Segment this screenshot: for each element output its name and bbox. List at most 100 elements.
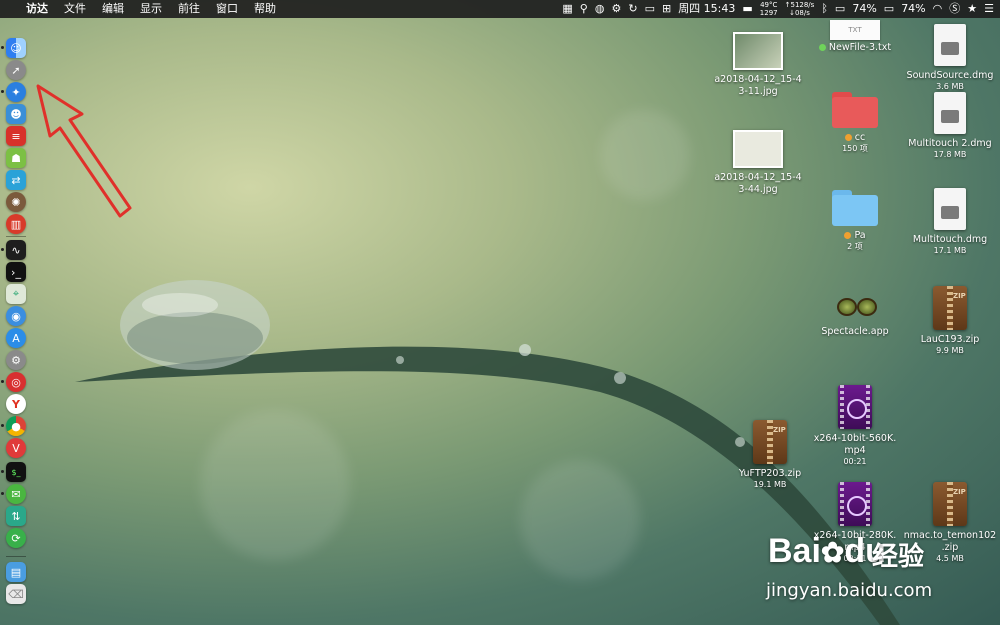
txt-badge: TXT <box>848 26 862 34</box>
file-name: NewFile-3.txt <box>805 42 905 54</box>
transfer-app-icon[interactable]: ⇄ <box>6 170 26 190</box>
trash-icon[interactable]: ⌫ <box>6 584 26 604</box>
fan-rpm: 1297 <box>759 9 778 17</box>
sync-icon[interactable]: ↻ <box>628 0 637 18</box>
clock-text[interactable]: 周四 15:43 <box>678 0 735 18</box>
iterm-icon[interactable]: $_ <box>6 462 26 482</box>
running-indicator <box>1 492 4 495</box>
battery-icon-1[interactable]: ▭ <box>835 0 845 18</box>
maps-icon[interactable]: ⌖ <box>6 284 26 304</box>
gear-app-icon[interactable]: ✺ <box>6 192 26 212</box>
file-size: 19.1 MB <box>753 480 787 489</box>
watermark-brand: Bai✿du <box>768 532 886 571</box>
app-store-icon[interactable]: A <box>6 328 26 348</box>
window-manager-icon[interactable]: ⊞ <box>662 0 671 18</box>
menu-help[interactable]: 帮助 <box>246 0 284 18</box>
desktop-file-multitouch2[interactable]: Multitouch 2.dmg 17.8 MB <box>900 92 1000 160</box>
dock-toggle-icon[interactable]: ▬ <box>742 0 752 18</box>
battery-percent-1: 74% <box>852 2 877 15</box>
menu-bar: 访达 文件 编辑 显示 前往 窗口 帮助 ▦ ⚲ ◍ ⚙ ↻ ▭ ⊞ 周四 15… <box>0 0 1000 18</box>
chrome-icon[interactable]: ● <box>6 416 26 436</box>
desktop[interactable]: 访达 文件 编辑 显示 前往 窗口 帮助 ▦ ⚲ ◍ ⚙ ↻ ▭ ⊞ 周四 15… <box>0 0 1000 625</box>
desktop-file-img2[interactable]: a2018-04-12_15-4 3-44.jpg <box>708 130 808 196</box>
desktop-file-x560[interactable]: x264-10bit-560K. mp4 00:21 <box>805 385 905 467</box>
activity-monitor-icon[interactable]: ∿ <box>6 240 26 260</box>
siri-icon[interactable]: ◉ <box>6 306 26 326</box>
file-size: 9.9 MB <box>936 346 964 355</box>
movie-file-icon <box>838 482 872 526</box>
text-app-icon[interactable]: ≡ <box>6 126 26 146</box>
terminal-icon[interactable]: ›_ <box>6 262 26 282</box>
desktop-file-lauc[interactable]: ZIP LauC193.zip 9.9 MB <box>900 286 1000 356</box>
watermark-url: jingyan.baidu.com <box>766 580 933 601</box>
wifi-icon[interactable]: ◠ <box>933 0 943 18</box>
star-icon[interactable]: ★ <box>967 0 977 18</box>
menu-app-finder[interactable]: 访达 <box>18 0 56 18</box>
desktop-file-yuftp[interactable]: ZIP YuFTP203.zip 19.1 MB <box>720 420 820 490</box>
downloads-folder-icon[interactable]: ▤ <box>6 562 26 582</box>
battery-icon-2[interactable]: ▭ <box>884 0 894 18</box>
netease-music-icon[interactable]: ◎ <box>6 372 26 392</box>
spectacle-glasses-icon <box>833 288 877 322</box>
running-indicator <box>1 424 4 427</box>
vivaldi-icon[interactable]: V <box>6 438 26 458</box>
folder-blue-icon <box>832 190 878 226</box>
menu-edit[interactable]: 编辑 <box>94 0 132 18</box>
file-size: 3.6 MB <box>936 82 964 91</box>
folder-red-icon <box>832 92 878 128</box>
desktop-file-img1[interactable]: a2018-04-12_15-4 3-11.jpg <box>708 32 808 98</box>
file-size: 17.1 MB <box>933 246 967 255</box>
watermark-bai: Bai <box>768 532 821 570</box>
contacts-icon[interactable]: ☻ <box>6 104 26 124</box>
finder-icon[interactable]: ☺ <box>6 38 26 58</box>
dock: ☺ ➚ ✦ ☻ ≡ ☗ ⇄ ✺ ▥ ∿ ›_ ⌖ ◉ A ⚙ ◎ Y ● V $… <box>0 26 32 616</box>
desktop-file-txt[interactable]: TXT NewFile-3.txt <box>805 20 905 54</box>
running-indicator <box>1 46 4 49</box>
file-name: Multitouch 2.dmg <box>908 138 992 149</box>
tag-orange-dot <box>844 134 852 141</box>
folder-name-text: cc <box>854 132 866 143</box>
desktop-file-multitouch[interactable]: Multitouch.dmg 17.1 MB <box>900 188 1000 256</box>
dock-separator <box>6 556 26 557</box>
item-count: 2 项 <box>847 242 863 251</box>
annotation-arrow <box>36 84 132 218</box>
running-indicator <box>1 248 4 251</box>
desktop-folder-cc[interactable]: cc 150 项 <box>805 92 905 154</box>
grid-icon[interactable]: ▦ <box>562 0 572 18</box>
disk-image-icon <box>934 188 966 230</box>
text-file-icon: TXT <box>830 20 880 40</box>
yandex-browser-icon[interactable]: Y <box>6 394 26 414</box>
launcher-icon[interactable]: Ⓢ <box>949 0 960 18</box>
gear-icon[interactable]: ⚙ <box>611 0 621 18</box>
folder-name: cc <box>805 132 905 144</box>
menu-view[interactable]: 显示 <box>132 0 170 18</box>
sync-app-icon[interactable]: ⟳ <box>6 528 26 548</box>
wechat-tray-icon[interactable]: ◍ <box>595 0 605 18</box>
wechat-icon[interactable]: ✉ <box>6 484 26 504</box>
desktop-file-soundsource[interactable]: SoundSource.dmg 3.6 MB <box>900 24 1000 92</box>
paw-logo-icon: ✿ <box>820 537 845 568</box>
notification-list-icon[interactable]: ☰ <box>984 0 994 18</box>
zip-archive-icon: ZIP <box>753 420 787 464</box>
image-thumbnail-icon <box>733 32 783 70</box>
zip-archive-icon: ZIP <box>933 286 967 330</box>
ftp-app-icon[interactable]: ⇅ <box>6 506 26 526</box>
android-icon[interactable]: ☗ <box>6 148 26 168</box>
net-upload: ↑5128/s <box>784 1 815 9</box>
safari-icon[interactable]: ✦ <box>6 82 26 102</box>
tag-orange-dot <box>844 232 852 239</box>
launchpad-icon[interactable]: ➚ <box>6 60 26 80</box>
menu-file[interactable]: 文件 <box>56 0 94 18</box>
desktop-folder-pa[interactable]: Pa 2 项 <box>805 190 905 252</box>
network-monitor[interactable]: ↑5128/s ↓08/s <box>785 1 815 17</box>
menu-window[interactable]: 窗口 <box>208 0 246 18</box>
menu-go[interactable]: 前往 <box>170 0 208 18</box>
display-icon[interactable]: ▭ <box>645 0 655 18</box>
file-name: YuFTP203.zip <box>738 468 802 479</box>
stats-app-icon[interactable]: ▥ <box>6 214 26 234</box>
desktop-app-spectacle[interactable]: Spectacle.app <box>805 288 905 338</box>
cpu-monitor[interactable]: 49°C 1297 <box>760 1 778 17</box>
pin-icon[interactable]: ⚲ <box>580 0 588 18</box>
system-preferences-icon[interactable]: ⚙ <box>6 350 26 370</box>
bluetooth-icon[interactable]: ᛒ <box>821 0 828 18</box>
